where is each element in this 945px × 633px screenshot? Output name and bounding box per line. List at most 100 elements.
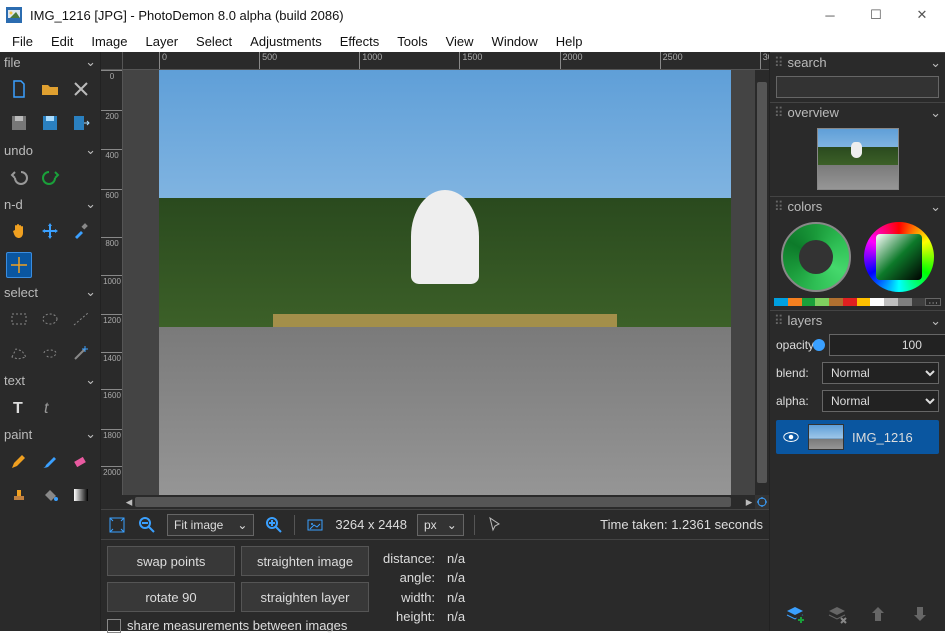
layer-item[interactable]: IMG_1216 bbox=[776, 420, 939, 454]
open-file-button[interactable] bbox=[37, 76, 62, 102]
swatch[interactable] bbox=[815, 298, 829, 306]
save-button[interactable] bbox=[6, 110, 31, 136]
fill-tool[interactable] bbox=[37, 482, 62, 508]
search-input[interactable] bbox=[776, 76, 939, 98]
gradient-tool[interactable] bbox=[69, 482, 94, 508]
swatch[interactable] bbox=[774, 298, 788, 306]
menu-layer[interactable]: Layer bbox=[138, 34, 187, 49]
color-picker-tool[interactable] bbox=[69, 218, 94, 244]
menu-effects[interactable]: Effects bbox=[332, 34, 388, 49]
panel-overview-header[interactable]: ⠿overview⌄ bbox=[770, 102, 945, 122]
menu-view[interactable]: View bbox=[438, 34, 482, 49]
distance-value: n/a bbox=[447, 551, 465, 566]
menu-tools[interactable]: Tools bbox=[389, 34, 435, 49]
clone-tool[interactable] bbox=[6, 482, 31, 508]
delete-layer-button[interactable] bbox=[826, 603, 848, 625]
scroll-left-icon[interactable]: ◂ bbox=[123, 495, 135, 509]
swatch[interactable] bbox=[843, 298, 857, 306]
brush-tool[interactable] bbox=[37, 448, 62, 474]
distance-label: distance: bbox=[383, 551, 435, 566]
save-copy-button[interactable] bbox=[37, 110, 62, 136]
new-file-button[interactable] bbox=[6, 76, 31, 102]
group-file-header[interactable]: file⌄ bbox=[0, 52, 100, 72]
swap-points-button[interactable]: swap points bbox=[107, 546, 235, 576]
shade-wheel[interactable] bbox=[781, 222, 851, 292]
panel-colors-header[interactable]: ⠿colors⌄ bbox=[770, 196, 945, 216]
straighten-image-button[interactable]: straighten image bbox=[241, 546, 369, 576]
hand-tool[interactable] bbox=[6, 218, 31, 244]
line-select-tool[interactable] bbox=[69, 306, 94, 332]
pencil-tool[interactable] bbox=[6, 448, 31, 474]
swatch[interactable] bbox=[802, 298, 816, 306]
group-select-header[interactable]: select⌄ bbox=[0, 282, 100, 302]
scrollbar-vertical[interactable] bbox=[755, 70, 769, 495]
image-dimensions: 3264 x 2448 bbox=[335, 517, 407, 532]
menu-edit[interactable]: Edit bbox=[43, 34, 81, 49]
fit-window-button[interactable] bbox=[107, 515, 127, 535]
layer-up-button[interactable] bbox=[867, 603, 889, 625]
blend-select[interactable]: Normal bbox=[822, 362, 939, 384]
typography-tool[interactable]: t bbox=[38, 394, 64, 420]
swatch[interactable] bbox=[912, 298, 926, 306]
menu-image[interactable]: Image bbox=[83, 34, 135, 49]
cursor-tool-icon[interactable] bbox=[485, 515, 505, 535]
opacity-input[interactable] bbox=[829, 334, 945, 356]
swatch[interactable] bbox=[884, 298, 898, 306]
chevron-down-icon: ⌄ bbox=[930, 199, 941, 215]
close-button[interactable]: ✕ bbox=[899, 0, 945, 30]
rotate-90-button[interactable]: rotate 90 bbox=[107, 582, 235, 612]
zoom-in-button[interactable] bbox=[264, 515, 284, 535]
lasso-select-tool[interactable] bbox=[37, 340, 62, 366]
swatch[interactable] bbox=[829, 298, 843, 306]
group-paint-header[interactable]: paint⌄ bbox=[0, 424, 100, 444]
zoom-select[interactable]: Fit image⌄ bbox=[167, 514, 254, 536]
text-tool[interactable]: T bbox=[6, 394, 32, 420]
straighten-layer-button[interactable]: straighten layer bbox=[241, 582, 369, 612]
eye-icon[interactable] bbox=[782, 428, 800, 446]
redo-button[interactable] bbox=[38, 164, 64, 190]
alpha-select[interactable]: Normal bbox=[822, 390, 939, 412]
group-undo-header[interactable]: undo⌄ bbox=[0, 140, 100, 160]
eraser-tool[interactable] bbox=[69, 448, 94, 474]
layer-down-button[interactable] bbox=[909, 603, 931, 625]
menu-file[interactable]: File bbox=[4, 34, 41, 49]
menu-adjustments[interactable]: Adjustments bbox=[242, 34, 330, 49]
swatch[interactable] bbox=[870, 298, 884, 306]
zoom-out-button[interactable] bbox=[137, 515, 157, 535]
minimize-button[interactable]: ─ bbox=[807, 0, 853, 30]
swatch-row[interactable]: ⋯ bbox=[770, 298, 945, 310]
resize-canvas-icon[interactable] bbox=[755, 495, 769, 509]
menu-select[interactable]: Select bbox=[188, 34, 240, 49]
menu-help[interactable]: Help bbox=[548, 34, 591, 49]
overview-thumbnail[interactable] bbox=[817, 128, 899, 190]
measure-tool[interactable] bbox=[6, 252, 32, 278]
swatch[interactable] bbox=[788, 298, 802, 306]
swatch[interactable] bbox=[898, 298, 912, 306]
export-button[interactable] bbox=[69, 110, 94, 136]
hue-wheel[interactable] bbox=[864, 222, 934, 292]
panel-search-header[interactable]: ⠿search⌄ bbox=[770, 52, 945, 72]
swatch[interactable] bbox=[857, 298, 871, 306]
group-text-header[interactable]: text⌄ bbox=[0, 370, 100, 390]
menu-window[interactable]: Window bbox=[484, 34, 546, 49]
unit-select[interactable]: px⌄ bbox=[417, 514, 464, 536]
ruler-horizontal[interactable]: 050010001500200025003000 bbox=[123, 52, 769, 70]
panel-layers-header[interactable]: ⠿layers⌄ bbox=[770, 310, 945, 330]
titlebar: IMG_1216 [JPG] - PhotoDemon 8.0 alpha (b… bbox=[0, 0, 945, 30]
close-file-button[interactable] bbox=[69, 76, 94, 102]
add-layer-button[interactable] bbox=[784, 603, 806, 625]
move-tool[interactable] bbox=[37, 218, 62, 244]
ellipse-select-tool[interactable] bbox=[37, 306, 62, 332]
scrollbar-horizontal[interactable]: ◂ ▸ bbox=[123, 495, 755, 509]
wand-select-tool[interactable] bbox=[69, 340, 94, 366]
canvas[interactable] bbox=[123, 70, 755, 495]
swatch-more-button[interactable]: ⋯ bbox=[925, 298, 941, 306]
ruler-vertical[interactable]: 0200400600800100012001400160018002000220… bbox=[101, 70, 123, 495]
rect-select-tool[interactable] bbox=[6, 306, 31, 332]
scroll-right-icon[interactable]: ▸ bbox=[743, 495, 755, 509]
maximize-button[interactable]: ☐ bbox=[853, 0, 899, 30]
undo-button[interactable] bbox=[6, 164, 32, 190]
group-nd-header[interactable]: n-d⌄ bbox=[0, 194, 100, 214]
menubar[interactable]: File Edit Image Layer Select Adjustments… bbox=[0, 30, 945, 52]
poly-select-tool[interactable] bbox=[6, 340, 31, 366]
